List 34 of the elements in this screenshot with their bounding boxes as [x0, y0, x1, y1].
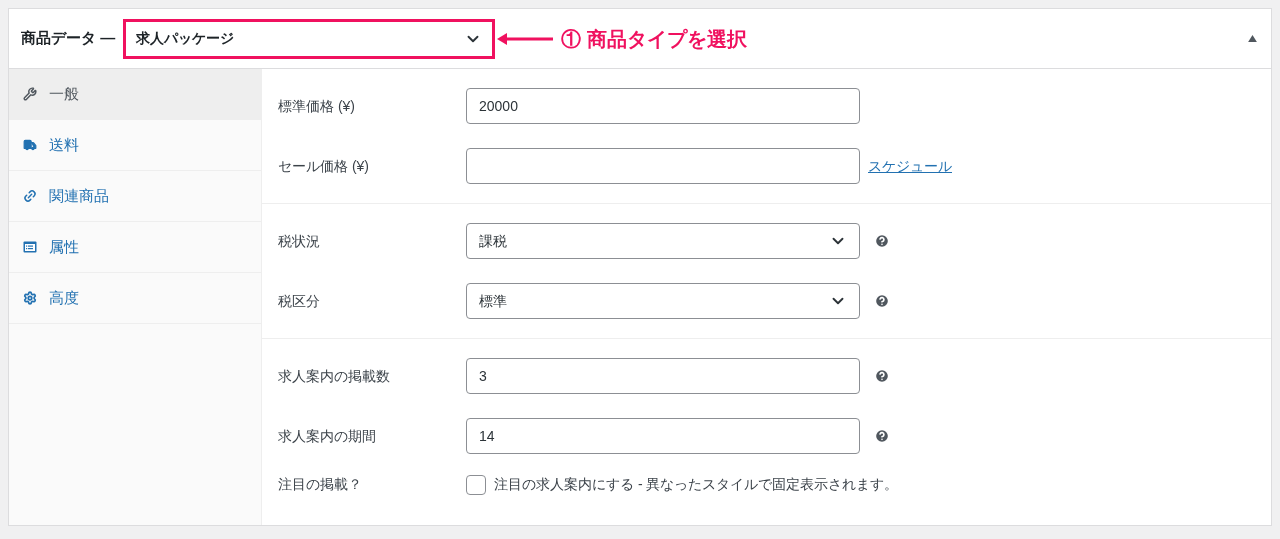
field-label: 税区分	[278, 291, 321, 311]
select-field[interactable]: 標準	[466, 283, 860, 319]
input-field[interactable]	[466, 148, 860, 184]
input-field[interactable]: 3	[466, 358, 860, 394]
truck-icon	[23, 138, 37, 152]
field-label: 税状況	[278, 231, 321, 251]
wrench-icon	[23, 87, 37, 101]
checkbox[interactable]	[466, 474, 486, 495]
list-icon	[23, 241, 37, 253]
sidebar-tab[interactable]: 属性	[9, 222, 261, 273]
field-label: 求人案内の期間	[278, 426, 377, 446]
field-label: セール価格 (¥)	[278, 156, 370, 176]
field-label: 注目の掲載？	[278, 475, 363, 494]
schedule-link[interactable]: スケジュール	[868, 155, 952, 177]
help-icon[interactable]	[874, 428, 890, 444]
sidebar-tab[interactable]: 送料	[9, 120, 261, 171]
select-field[interactable]: 課税	[466, 223, 860, 259]
arrow-icon	[497, 32, 554, 45]
collapse-icon[interactable]	[1248, 35, 1257, 42]
gear-icon	[23, 291, 37, 305]
input-field[interactable]: 14	[466, 418, 860, 454]
input-field[interactable]: 20000	[466, 88, 860, 124]
annotation-label: ① 商品タイプを選択	[561, 26, 747, 52]
product-type-select[interactable]: 求人パッケージ	[123, 18, 496, 59]
checkbox-label: 注目の求人案内にする - 異なったスタイルで固定表示されます。	[494, 475, 899, 494]
field-label: 求人案内の掲載数	[278, 366, 391, 386]
panel-title: 商品データ —	[21, 28, 116, 49]
help-icon[interactable]	[874, 233, 890, 249]
help-icon[interactable]	[874, 368, 890, 384]
sidebar-tab[interactable]: 関連商品	[9, 171, 261, 222]
field-label: 標準価格 (¥)	[278, 96, 356, 116]
sidebar-tab[interactable]: 一般	[9, 69, 261, 120]
help-icon[interactable]	[874, 293, 890, 309]
sidebar-tab[interactable]: 高度	[9, 273, 261, 324]
